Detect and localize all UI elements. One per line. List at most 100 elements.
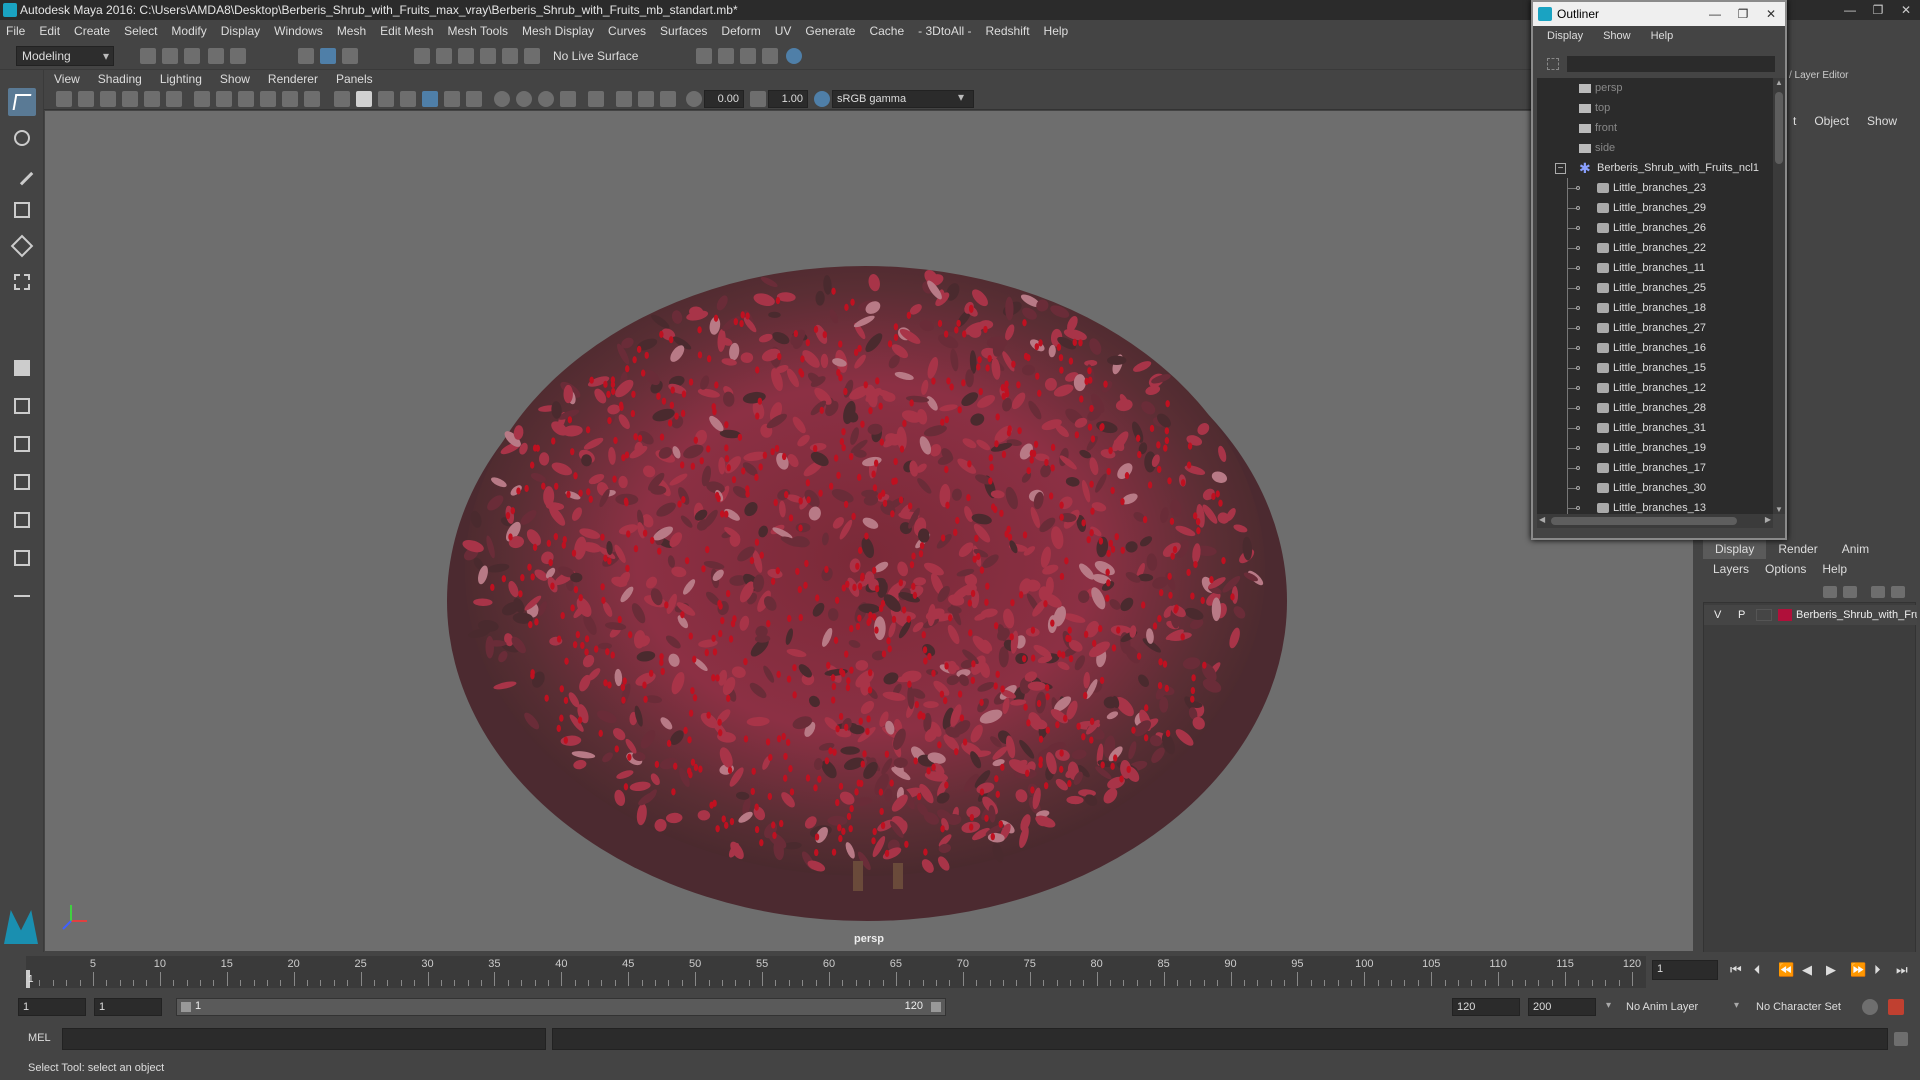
textured-icon[interactable] xyxy=(422,91,438,107)
scroll-up-icon[interactable]: ▲ xyxy=(1775,78,1783,87)
menu-mesh[interactable]: Mesh xyxy=(337,24,366,38)
play-forward-icon[interactable]: ▶ xyxy=(1826,962,1836,978)
range-start-handle[interactable] xyxy=(181,1002,191,1012)
time-ruler[interactable]: 1 5 10 15 20 25 30 35 40 45 50 55 60 65 70 75 80 85 90 95 1… xyxy=(26,956,1646,988)
persp-hypershade-layout[interactable] xyxy=(8,544,36,572)
menu-curves[interactable]: Curves xyxy=(608,24,646,38)
go-to-start-icon[interactable]: ⏮ xyxy=(1730,962,1742,978)
render-settings-icon[interactable] xyxy=(696,48,712,64)
paint-select-tool[interactable] xyxy=(8,160,36,188)
scroll-right-icon[interactable]: ▶ xyxy=(1765,515,1771,524)
outliner-item-child[interactable]: Little_branches_28 xyxy=(1537,398,1773,418)
scroll-left-icon[interactable]: ◀ xyxy=(1539,515,1545,524)
menu-generate[interactable]: Generate xyxy=(805,24,855,38)
view-transform-select[interactable]: sRGB gamma xyxy=(832,90,974,108)
layer-menu-help[interactable]: Help xyxy=(1822,562,1847,576)
select-hierarchy-icon[interactable] xyxy=(298,48,314,64)
outliner-minimize-button[interactable]: — xyxy=(1701,2,1729,26)
ipr-render-icon[interactable] xyxy=(740,48,756,64)
outliner-item-child[interactable]: Little_branches_19 xyxy=(1537,438,1773,458)
cb-menu-edit[interactable]: t xyxy=(1793,114,1796,128)
menu-edit-mesh[interactable]: Edit Mesh xyxy=(380,24,433,38)
shadows-icon[interactable] xyxy=(466,91,482,107)
isolate-select-icon[interactable] xyxy=(588,91,604,107)
snap-curve-icon[interactable] xyxy=(436,48,452,64)
menu-uv[interactable]: UV xyxy=(775,24,792,38)
anim-end-field[interactable]: 200 xyxy=(1528,998,1596,1016)
select-component-icon[interactable] xyxy=(342,48,358,64)
exposure-icon[interactable] xyxy=(686,91,702,107)
outliner-item-child[interactable]: Little_branches_15 xyxy=(1537,358,1773,378)
menu-help[interactable]: Help xyxy=(1044,24,1069,38)
layer-name[interactable]: Berberis_Shrub_with_Fruits xyxy=(1796,605,1917,625)
layer-move-down-icon[interactable] xyxy=(1843,586,1857,598)
2d-pan-icon[interactable] xyxy=(144,91,160,107)
outliner-item-child[interactable]: Little_branches_22 xyxy=(1537,238,1773,258)
film-gate-icon[interactable] xyxy=(216,91,232,107)
undo-icon[interactable] xyxy=(208,48,224,64)
layer-row[interactable]: V P Berberis_Shrub_with_Fruits xyxy=(1704,605,1917,625)
vp-menu-renderer[interactable]: Renderer xyxy=(268,72,318,86)
vp-menu-shading[interactable]: Shading xyxy=(98,72,142,86)
tab-display[interactable]: Display xyxy=(1703,539,1767,559)
outliner-item-front[interactable]: front xyxy=(1537,118,1773,138)
single-view-layout[interactable] xyxy=(8,354,36,382)
outliner-item-child[interactable]: Little_branches_31 xyxy=(1537,418,1773,438)
xray-components-icon[interactable] xyxy=(660,91,676,107)
menu-deform[interactable]: Deform xyxy=(721,24,760,38)
auto-key-icon[interactable] xyxy=(1862,999,1878,1015)
select-tool[interactable] xyxy=(8,88,36,116)
cb-menu-show[interactable]: Show xyxy=(1867,114,1897,128)
outliner-item-group[interactable]: − ✱ Berberis_Shrub_with_Fruits_ncl1 xyxy=(1537,158,1773,178)
persp-graph-layout[interactable] xyxy=(8,506,36,534)
snap-point-icon[interactable] xyxy=(458,48,474,64)
play-backward-icon[interactable]: ◀ xyxy=(1802,962,1812,978)
field-chart-icon[interactable] xyxy=(282,91,298,107)
outliner-item-child[interactable]: Little_branches_27 xyxy=(1537,318,1773,338)
save-scene-icon[interactable] xyxy=(184,48,200,64)
outliner-item-side[interactable]: side xyxy=(1537,138,1773,158)
default-material-icon[interactable] xyxy=(378,91,394,107)
bookmark-icon[interactable] xyxy=(100,91,116,107)
render-view-icon[interactable] xyxy=(762,48,778,64)
script-editor-icon[interactable] xyxy=(1894,1032,1908,1046)
outliner-close-button[interactable]: ✕ xyxy=(1757,2,1785,26)
outliner-menu-display[interactable]: Display xyxy=(1547,30,1583,42)
new-scene-icon[interactable] xyxy=(140,48,156,64)
step-forward-icon[interactable]: ⏵ xyxy=(1874,962,1881,978)
gamma-field[interactable]: 1.00 xyxy=(768,90,808,108)
live-surface-label[interactable]: No Live Surface xyxy=(553,46,643,66)
anim-layer-select[interactable]: No Anim Layer xyxy=(1626,998,1736,1016)
range-bar[interactable]: 1 120 xyxy=(176,998,946,1016)
menu-mesh-tools[interactable]: Mesh Tools xyxy=(448,24,508,38)
wireframe-on-shaded-icon[interactable] xyxy=(400,91,416,107)
snap-view-icon[interactable] xyxy=(480,48,496,64)
outliner-item-child[interactable]: Little_branches_13 xyxy=(1537,498,1773,514)
outliner-item-child[interactable]: Little_branches_23 xyxy=(1537,178,1773,198)
custom-layout[interactable] xyxy=(8,582,36,610)
layer-color-swatch[interactable] xyxy=(1778,609,1792,621)
outliner-horizontal-scrollbar[interactable]: ◀ ▶ xyxy=(1537,514,1773,528)
outliner-titlebar[interactable]: Outliner — ❐ ✕ xyxy=(1533,2,1785,26)
layer-playback-toggle[interactable]: P xyxy=(1738,605,1745,625)
rotate-tool[interactable] xyxy=(8,232,36,260)
menu-redshift[interactable]: Redshift xyxy=(986,24,1030,38)
menu-cache[interactable]: Cache xyxy=(869,24,904,38)
go-to-end-icon[interactable]: ⏭ xyxy=(1896,962,1908,978)
cmd-language-label[interactable]: MEL xyxy=(28,1032,51,1044)
layer-menu-layers[interactable]: Layers xyxy=(1713,562,1749,576)
menu-windows[interactable]: Windows xyxy=(274,24,323,38)
snap-surface-icon[interactable] xyxy=(502,48,518,64)
outliner-item-child[interactable]: Little_branches_18 xyxy=(1537,298,1773,318)
outliner-item-child[interactable]: Little_branches_25 xyxy=(1537,278,1773,298)
outliner-item-child[interactable]: Little_branches_26 xyxy=(1537,218,1773,238)
collapse-icon[interactable]: − xyxy=(1555,163,1566,174)
grease-pencil-icon[interactable] xyxy=(166,91,182,107)
redo-icon[interactable] xyxy=(230,48,246,64)
tab-anim[interactable]: Anim xyxy=(1830,539,1881,559)
snap-grid-icon[interactable] xyxy=(414,48,430,64)
cb-menu-object[interactable]: Object xyxy=(1814,114,1849,128)
mode-selector[interactable]: Modeling xyxy=(16,46,114,66)
outliner-item-child[interactable]: Little_branches_17 xyxy=(1537,458,1773,478)
range-end-handle[interactable] xyxy=(931,1002,941,1012)
